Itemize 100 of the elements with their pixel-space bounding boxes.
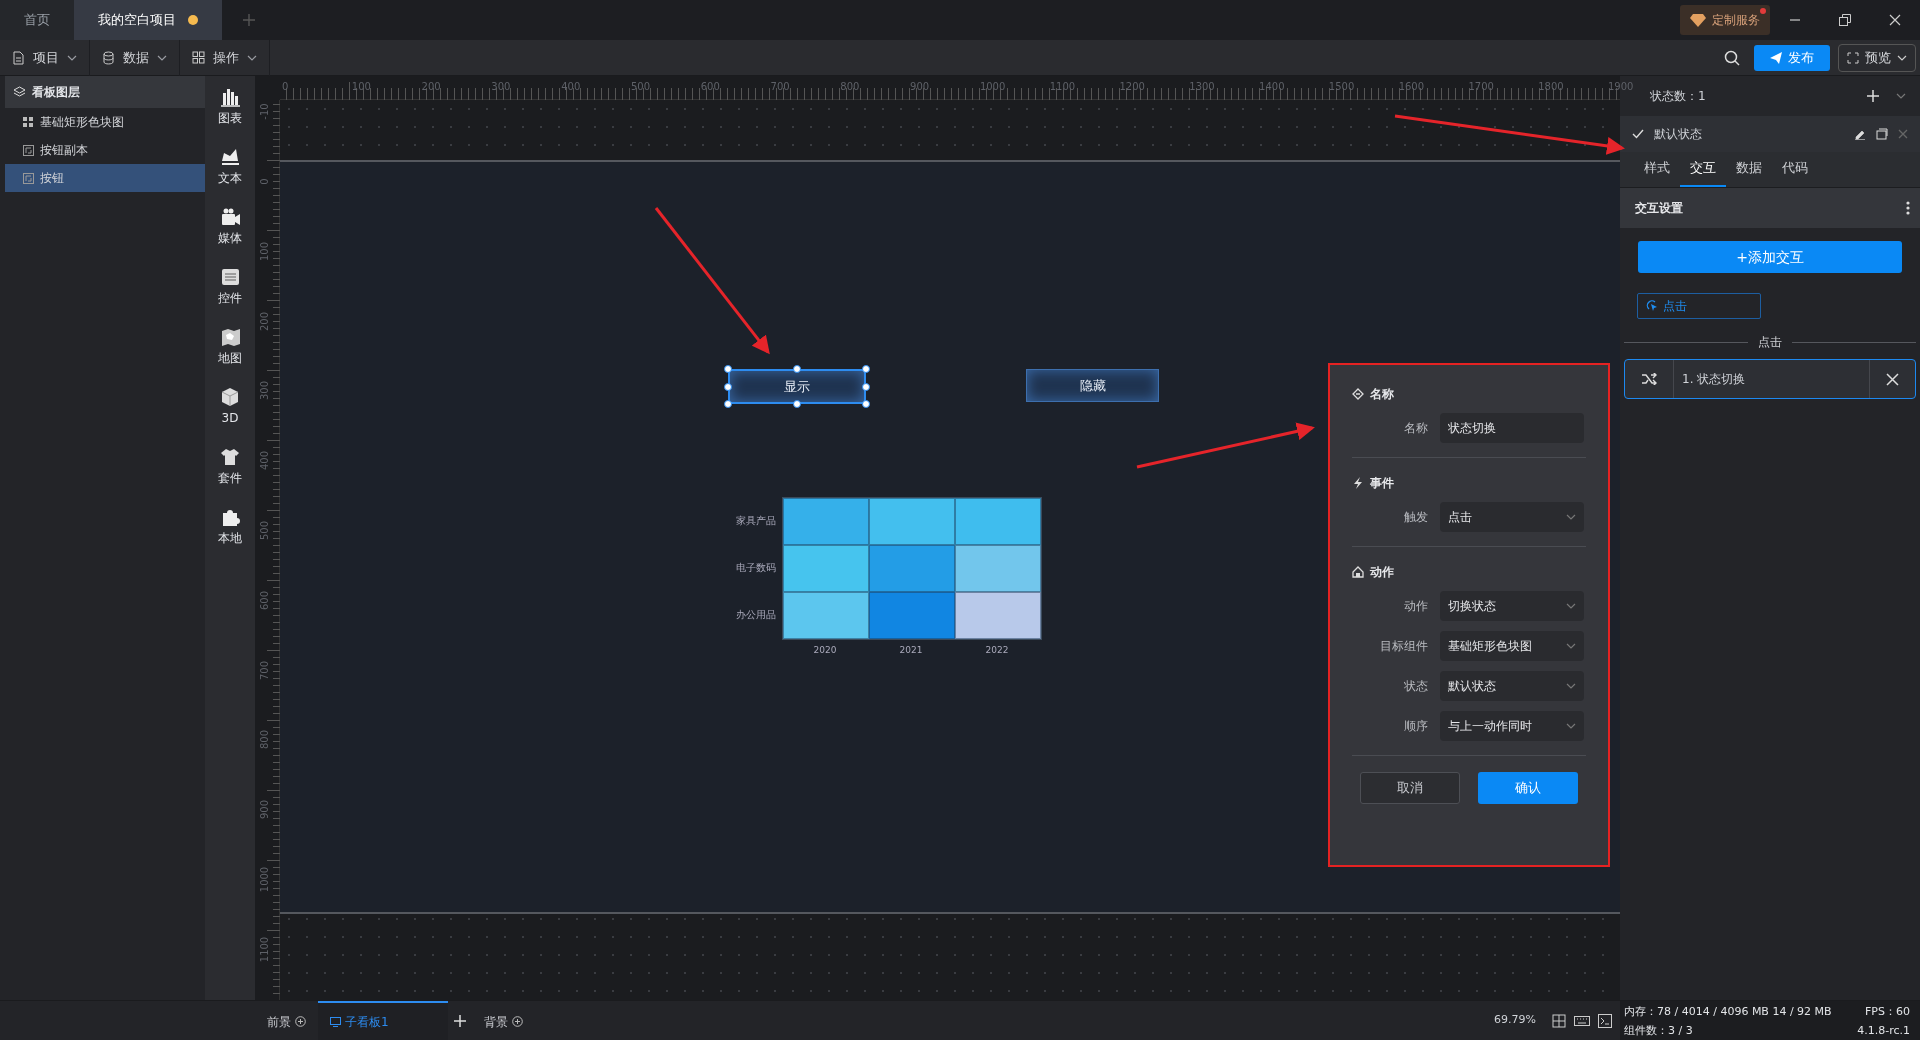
select-field[interactable]: 点击 bbox=[1440, 502, 1584, 532]
add-icon[interactable] bbox=[454, 1014, 466, 1027]
resize-handle[interactable] bbox=[793, 400, 801, 408]
ruler-label: 0 bbox=[257, 177, 271, 187]
state-name: 默认状态 bbox=[1654, 126, 1703, 143]
layer-item[interactable]: 基础矩形色块图 bbox=[5, 108, 205, 136]
confirm-button[interactable]: 确认 bbox=[1478, 772, 1578, 804]
resize-handle[interactable] bbox=[793, 365, 801, 373]
ruler-label: -10 bbox=[257, 102, 271, 122]
field-label: 触发 bbox=[1403, 509, 1428, 526]
add-icon[interactable] bbox=[1866, 89, 1880, 103]
ruler-label: 1000 bbox=[979, 80, 1006, 94]
component-category-button[interactable]: 图表 bbox=[205, 86, 255, 146]
chevron-icon bbox=[1566, 603, 1576, 609]
panel-tab[interactable]: 数据 bbox=[1726, 157, 1772, 187]
canvas-button[interactable]: 显示 bbox=[728, 369, 866, 404]
check-icon[interactable] bbox=[1632, 129, 1644, 139]
field-label: 顺序 bbox=[1403, 718, 1428, 735]
component-category-button[interactable]: 3D bbox=[205, 386, 255, 446]
menu-button[interactable]: 数据 bbox=[90, 39, 180, 76]
copy-icon[interactable] bbox=[1876, 128, 1888, 140]
grid-icon bbox=[192, 50, 205, 65]
axis-label: 电子数码 bbox=[735, 561, 777, 575]
terminal-icon[interactable] bbox=[1598, 1013, 1612, 1028]
panel-tab[interactable]: 样式 bbox=[1634, 157, 1680, 187]
divider-label: 点击 bbox=[1758, 334, 1782, 351]
database-icon bbox=[102, 50, 115, 65]
field-label: 动作 bbox=[1403, 598, 1428, 615]
component-count: 组件数：3 / 3 bbox=[1624, 1022, 1693, 1039]
layers-icon bbox=[13, 86, 26, 98]
section-title: 事件 bbox=[1370, 475, 1394, 492]
project-tab[interactable]: 我的空白项目 bbox=[74, 0, 222, 40]
panel-tab[interactable]: 代码 bbox=[1772, 157, 1818, 187]
chevron-icon bbox=[1896, 93, 1906, 99]
menu-button[interactable]: 项目 bbox=[0, 39, 90, 76]
add-circle-icon bbox=[512, 1016, 523, 1027]
search-icon[interactable] bbox=[1724, 49, 1740, 66]
ruler-label: 1100 bbox=[1049, 80, 1076, 94]
edit-icon[interactable] bbox=[1854, 128, 1866, 140]
ruler-label: 800 bbox=[257, 729, 271, 752]
text-field[interactable]: 状态切换 bbox=[1440, 413, 1584, 443]
component-category-button[interactable]: 媒体 bbox=[205, 206, 255, 266]
section-title: 名称 bbox=[1370, 386, 1394, 403]
cursor-click-icon bbox=[1646, 300, 1658, 312]
component-category-button[interactable]: 套件 bbox=[205, 446, 255, 506]
ruler-label: 0 bbox=[282, 80, 289, 94]
keyboard-icon[interactable] bbox=[1574, 1014, 1590, 1027]
resize-handle[interactable] bbox=[724, 365, 732, 373]
layer-item[interactable]: 按钮副本 bbox=[5, 136, 205, 164]
ruler-label: 1900 bbox=[1608, 80, 1634, 94]
ruler-label: 100 bbox=[257, 240, 271, 263]
ruler-label: 1200 bbox=[1119, 80, 1145, 94]
axis-label: 2022 bbox=[984, 644, 1010, 657]
ruler-label: 300 bbox=[491, 80, 511, 94]
resize-handle[interactable] bbox=[862, 365, 870, 373]
select-field[interactable]: 默认状态 bbox=[1440, 671, 1584, 701]
grid-icon bbox=[23, 116, 34, 128]
field-label: 目标组件 bbox=[1379, 638, 1428, 655]
add-interaction-button[interactable]: +添加交互 bbox=[1638, 241, 1902, 273]
project-tab[interactable]: 首页 bbox=[0, 0, 74, 40]
select-field[interactable]: 切换状态 bbox=[1440, 591, 1584, 621]
board-tab[interactable]: 背景 bbox=[472, 1000, 535, 1040]
fit-screen-icon[interactable] bbox=[1552, 1013, 1566, 1028]
bar-chart-icon bbox=[219, 87, 241, 107]
component-category-button[interactable]: 本地 bbox=[205, 506, 255, 566]
chevron-icon bbox=[157, 54, 167, 61]
interaction-item[interactable]: 1. 状态切换 bbox=[1624, 359, 1916, 399]
select-field[interactable]: 与上一动作同时 bbox=[1440, 711, 1584, 741]
event-button[interactable]: 点击 bbox=[1637, 293, 1761, 319]
restore-icon[interactable] bbox=[1838, 13, 1852, 27]
chevron-icon bbox=[1897, 54, 1907, 61]
more-icon[interactable] bbox=[1906, 201, 1910, 215]
ruler-label: 500 bbox=[630, 80, 651, 94]
resize-handle[interactable] bbox=[724, 400, 732, 408]
add-circle-icon bbox=[295, 1016, 306, 1027]
ruler-label: 400 bbox=[257, 450, 271, 473]
section-title: 交互设置 bbox=[1635, 200, 1683, 217]
publish-button[interactable]: 发布 bbox=[1754, 44, 1830, 71]
ruler-label: 1600 bbox=[1398, 80, 1425, 94]
ruler-label: 600 bbox=[257, 589, 271, 612]
crown-icon bbox=[219, 147, 241, 167]
select-field[interactable]: 基础矩形色块图 bbox=[1440, 631, 1584, 661]
chevron-icon bbox=[247, 54, 257, 61]
resize-handle[interactable] bbox=[862, 400, 870, 408]
board-tab[interactable]: 子看板1 bbox=[318, 1000, 448, 1040]
ruler-label: 1000 bbox=[257, 865, 271, 895]
menu-button[interactable]: 操作 bbox=[180, 39, 270, 76]
cube-icon bbox=[219, 387, 241, 407]
component-category-button[interactable]: 地图 bbox=[205, 326, 255, 386]
cancel-button[interactable]: 取消 bbox=[1360, 772, 1460, 804]
service-badge[interactable]: 定制服务 bbox=[1680, 5, 1770, 35]
component-category-button[interactable]: 文本 bbox=[205, 146, 255, 206]
ruler-label: 900 bbox=[910, 80, 930, 94]
layer-item[interactable]: 按钮 bbox=[5, 164, 205, 192]
fps-counter: FPS：60 bbox=[1865, 1003, 1910, 1020]
canvas-button[interactable]: 隐藏 bbox=[1026, 369, 1159, 402]
ruler-label: 800 bbox=[840, 80, 860, 94]
preview-button[interactable]: 预览 bbox=[1838, 43, 1916, 72]
component-category-button[interactable]: 控件 bbox=[205, 266, 255, 326]
board-tab[interactable]: 前景 bbox=[255, 1000, 318, 1040]
